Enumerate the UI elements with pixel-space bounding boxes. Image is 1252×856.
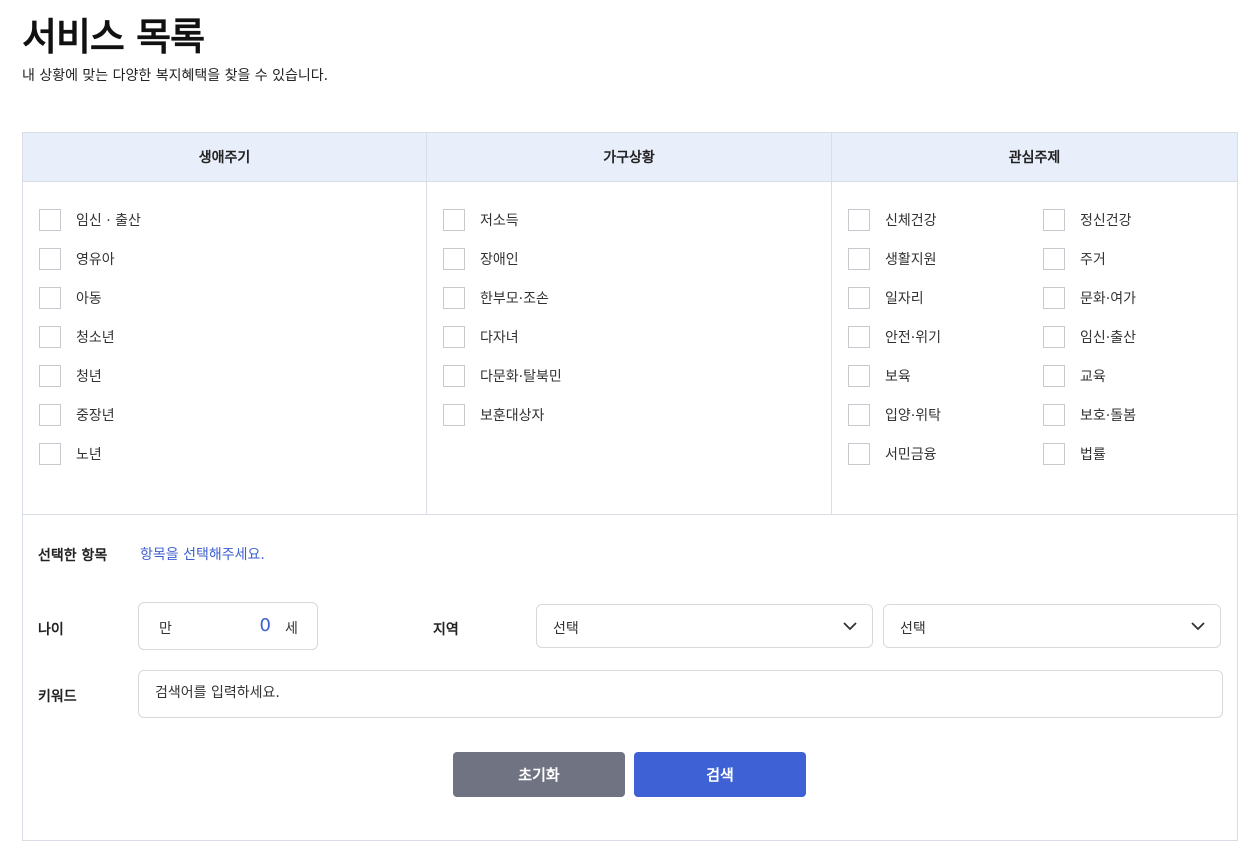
interest-option-legal[interactable]: 법률 <box>1043 443 1106 465</box>
chevron-down-icon <box>1191 622 1205 631</box>
checkbox[interactable] <box>39 326 61 348</box>
age-input[interactable] <box>231 615 271 636</box>
search-panel: 생애주기 가구상황 관심주제 임신 · 출산 영유아 아동 청소년 청년 중장년… <box>22 132 1238 841</box>
checkbox[interactable] <box>848 404 870 426</box>
lifecycle-option-child[interactable]: 아동 <box>39 287 102 309</box>
checkbox[interactable] <box>443 287 465 309</box>
checkbox[interactable] <box>1043 248 1065 270</box>
interest-option-living-support[interactable]: 생활지원 <box>848 248 937 270</box>
region-province-select[interactable]: 선택 <box>536 604 873 648</box>
checkbox[interactable] <box>848 443 870 465</box>
checkbox[interactable] <box>39 365 61 387</box>
selected-items-hint: 항목을 선택해주세요. <box>140 547 265 563</box>
page-subtitle: 내 상황에 맞는 다양한 복지혜택을 찾을 수 있습니다. <box>22 68 329 84</box>
interest-option-microfinance[interactable]: 서민금융 <box>848 443 937 465</box>
reset-button[interactable]: 초기화 <box>453 752 625 797</box>
household-option-veterans[interactable]: 보훈대상자 <box>443 404 544 426</box>
chevron-down-icon <box>843 622 857 631</box>
lifecycle-option-infant[interactable]: 영유아 <box>39 248 115 270</box>
category-header-row: 생애주기 가구상황 관심주제 <box>23 133 1237 182</box>
search-button[interactable]: 검색 <box>634 752 806 797</box>
household-option-disabled[interactable]: 장애인 <box>443 248 519 270</box>
interest-option-culture-leisure[interactable]: 문화·여가 <box>1043 287 1136 309</box>
category-header-interest: 관심주제 <box>1008 150 1061 166</box>
lifecycle-option-teen[interactable]: 청소년 <box>39 326 115 348</box>
checkbox[interactable] <box>39 404 61 426</box>
region-district-select[interactable]: 선택 <box>883 604 1221 648</box>
interest-option-childcare[interactable]: 보육 <box>848 365 911 387</box>
checkbox[interactable] <box>848 287 870 309</box>
interest-option-physical-health[interactable]: 신체건강 <box>848 209 937 231</box>
checkbox[interactable] <box>1043 443 1065 465</box>
checkbox[interactable] <box>39 287 61 309</box>
page-title: 서비스 목록 <box>22 15 205 59</box>
region-district-value: 선택 <box>900 621 926 637</box>
region-label: 지역 <box>433 622 459 638</box>
lifecycle-option-pregnancy[interactable]: 임신 · 출산 <box>39 209 141 231</box>
interest-option-protection-care[interactable]: 보호·돌봄 <box>1043 404 1136 426</box>
checkbox[interactable] <box>443 209 465 231</box>
checkbox[interactable] <box>848 209 870 231</box>
interest-option-adoption-foster[interactable]: 입양·위탁 <box>848 404 941 426</box>
selected-items-label: 선택한 항목 <box>38 548 108 564</box>
checkbox[interactable] <box>848 365 870 387</box>
checkbox[interactable] <box>443 404 465 426</box>
household-option-multicultural[interactable]: 다문화·탈북민 <box>443 365 562 387</box>
lifecycle-column: 임신 · 출산 영유아 아동 청소년 청년 중장년 노년 <box>23 182 427 514</box>
household-option-multi-child[interactable]: 다자녀 <box>443 326 519 348</box>
checkbox[interactable] <box>443 365 465 387</box>
checkbox[interactable] <box>443 326 465 348</box>
lifecycle-option-middle-age[interactable]: 중장년 <box>39 404 115 426</box>
household-column: 저소득 장애인 한부모·조손 다자녀 다문화·탈북민 보훈대상자 <box>427 182 832 514</box>
keyword-label: 키워드 <box>38 689 77 705</box>
checkbox[interactable] <box>1043 404 1065 426</box>
region-province-value: 선택 <box>553 621 579 637</box>
keyword-input[interactable] <box>155 685 1195 701</box>
checkbox[interactable] <box>848 248 870 270</box>
keyword-field[interactable] <box>138 670 1223 718</box>
household-option-single-parent[interactable]: 한부모·조손 <box>443 287 549 309</box>
category-header-household: 가구상황 <box>427 133 832 181</box>
age-prefix: 만 <box>159 621 172 637</box>
household-option-low-income[interactable]: 저소득 <box>443 209 519 231</box>
lifecycle-option-senior[interactable]: 노년 <box>39 443 102 465</box>
checkbox[interactable] <box>1043 326 1065 348</box>
age-field[interactable]: 만 세 <box>138 602 318 650</box>
checkbox[interactable] <box>848 326 870 348</box>
checkbox[interactable] <box>39 443 61 465</box>
checkbox[interactable] <box>1043 365 1065 387</box>
age-label: 나이 <box>38 622 64 638</box>
checkbox[interactable] <box>39 209 61 231</box>
age-suffix: 세 <box>285 621 298 637</box>
interest-option-education[interactable]: 교육 <box>1043 365 1106 387</box>
interest-option-mental-health[interactable]: 정신건강 <box>1043 209 1132 231</box>
interest-column: 신체건강 정신건강 생활지원 주거 일자리 문화·여가 안전·위기 임신·출산 … <box>832 182 1237 514</box>
checkbox[interactable] <box>1043 287 1065 309</box>
category-options: 임신 · 출산 영유아 아동 청소년 청년 중장년 노년 저소득 장애인 한부모… <box>23 182 1237 515</box>
checkbox[interactable] <box>39 248 61 270</box>
interest-option-jobs[interactable]: 일자리 <box>848 287 924 309</box>
checkbox[interactable] <box>443 248 465 270</box>
interest-option-housing[interactable]: 주거 <box>1043 248 1106 270</box>
category-header-lifecycle: 생애주기 <box>23 133 427 181</box>
interest-option-pregnancy[interactable]: 임신·출산 <box>1043 326 1136 348</box>
lifecycle-option-youth[interactable]: 청년 <box>39 365 102 387</box>
interest-option-safety-crisis[interactable]: 안전·위기 <box>848 326 941 348</box>
checkbox[interactable] <box>1043 209 1065 231</box>
